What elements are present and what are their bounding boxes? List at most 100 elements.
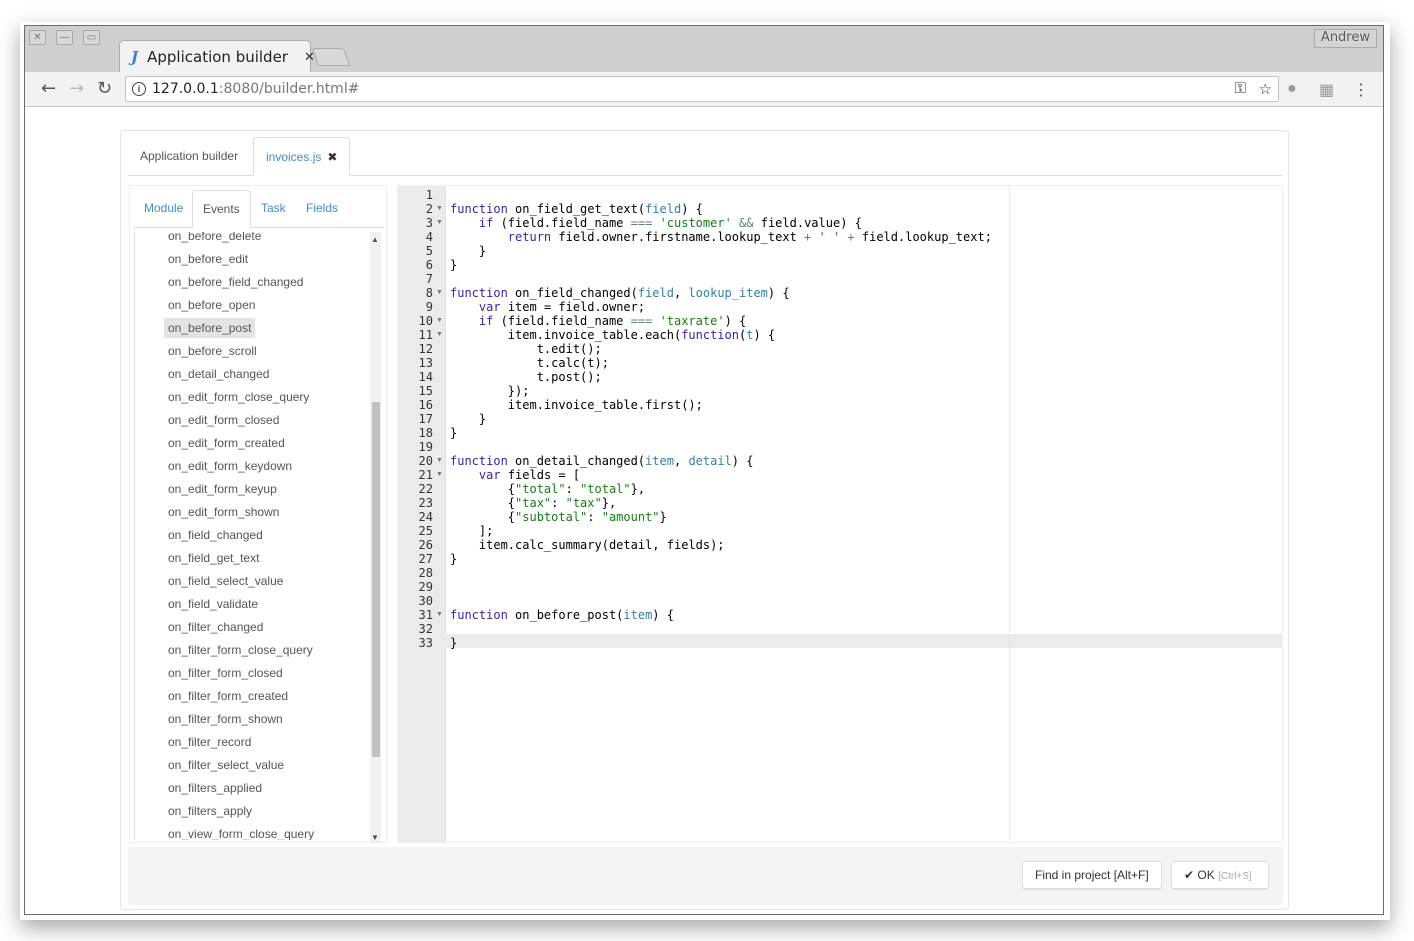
code-line[interactable]: if (field.field_name === 'customer' && f… [450, 216, 862, 230]
event-item[interactable]: on_before_delete [164, 232, 265, 246]
tab-invoices-js[interactable]: invoices.js ✖ [253, 137, 351, 176]
new-tab-button[interactable] [311, 48, 351, 66]
code-line[interactable]: if (field.field_name === 'taxrate') { [450, 314, 746, 328]
line-number: 21 [418, 468, 433, 482]
event-item[interactable]: on_edit_form_closed [164, 410, 283, 430]
code-line[interactable]: } [450, 412, 486, 426]
event-item[interactable]: on_filters_apply [164, 801, 256, 821]
apps-icon[interactable]: ▦ [1319, 80, 1334, 100]
event-item[interactable]: on_field_validate [164, 594, 262, 614]
code-line[interactable]: } [450, 636, 457, 650]
event-item[interactable]: on_filter_changed [164, 617, 267, 637]
event-item[interactable]: on_before_post [164, 318, 256, 338]
scroll-up-icon[interactable]: ▲ [371, 235, 379, 244]
tab-application-builder[interactable]: Application builder [128, 137, 250, 175]
fold-toggle-icon[interactable]: ▼ [436, 202, 443, 216]
event-item[interactable]: on_filter_select_value [164, 755, 288, 775]
event-item[interactable]: on_before_field_changed [164, 272, 307, 292]
event-item[interactable]: on_before_open [164, 295, 259, 315]
window-minimize-button[interactable]: — [56, 30, 73, 45]
event-item[interactable]: on_filter_form_closed [164, 663, 287, 683]
browser-window: ✕ — ▭ Andrew J Application builder ✕ ← →… [24, 25, 1384, 915]
event-item[interactable]: on_before_edit [164, 249, 252, 269]
url-text[interactable]: 127.0.0.1:8080/builder.html# [152, 81, 359, 97]
event-item[interactable]: on_before_scroll [164, 341, 261, 361]
code-line[interactable]: item.invoice_table.each(function(t) { [450, 328, 775, 342]
builder-panel: Application builder invoices.js ✖ Module … [120, 130, 1289, 910]
event-item[interactable]: on_edit_form_close_query [164, 387, 313, 407]
globe-icon[interactable]: ● [1287, 80, 1297, 98]
code-line[interactable]: {"subtotal": "amount"} [450, 510, 667, 524]
line-number: 27 [418, 552, 433, 566]
fold-toggle-icon[interactable]: ▼ [436, 216, 443, 230]
key-icon[interactable]: ⚿ [1235, 80, 1246, 97]
fold-toggle-icon[interactable]: ▼ [436, 454, 443, 468]
info-icon[interactable]: i [132, 82, 146, 96]
scrollbar-thumb[interactable] [372, 402, 380, 757]
event-item[interactable]: on_detail_changed [164, 364, 273, 384]
code-line[interactable]: function on_field_get_text(field) { [450, 202, 703, 216]
code-line[interactable]: {"tax": "tax"}, [450, 496, 616, 510]
code-editor[interactable]: 1 2 ▼ function on_field_get_text(field) {3 ▼… [397, 185, 1283, 843]
event-item[interactable]: on_filter_form_created [164, 686, 292, 706]
code-line[interactable]: }); [450, 384, 530, 398]
code-line[interactable]: t.edit(); [450, 342, 602, 356]
code-line[interactable]: function on_before_post(item) { [450, 608, 674, 622]
code-line[interactable]: ]; [450, 524, 493, 538]
forward-icon[interactable]: → [69, 78, 84, 99]
tab-module[interactable]: Module [134, 190, 193, 227]
code-line[interactable]: function on_detail_changed(item, detail)… [450, 454, 753, 468]
fold-toggle-icon[interactable]: ▼ [436, 314, 443, 328]
code-line[interactable]: } [450, 258, 457, 272]
profile-button[interactable]: Andrew [1313, 29, 1377, 48]
code-line[interactable]: var fields = [ [450, 468, 580, 482]
code-line[interactable]: item.invoice_table.first(); [450, 398, 703, 412]
event-item[interactable]: on_filter_record [164, 732, 255, 752]
fold-toggle-icon[interactable]: ▼ [436, 328, 443, 342]
events-scrollbar[interactable]: ▲ ▼ [370, 232, 381, 842]
menu-icon[interactable]: ⋮ [1353, 80, 1369, 100]
code-line[interactable]: } [450, 426, 457, 440]
star-icon[interactable]: ☆ [1259, 80, 1272, 98]
fold-toggle-icon[interactable]: ▼ [436, 286, 443, 300]
tab-events[interactable]: Events [192, 190, 251, 228]
reload-icon[interactable]: ↻ [97, 78, 112, 99]
code-line[interactable]: {"total": "total"}, [450, 482, 645, 496]
window-close-button[interactable]: ✕ [29, 30, 46, 45]
print-margin [1009, 186, 1010, 842]
code-line[interactable]: } [450, 244, 486, 258]
fold-toggle-icon[interactable]: ▼ [436, 608, 443, 622]
event-item[interactable]: on_filter_form_shown [164, 709, 287, 729]
tab-task[interactable]: Task [251, 190, 296, 227]
code-line[interactable]: } [450, 552, 457, 566]
scroll-down-icon[interactable]: ▼ [371, 833, 379, 842]
code-line[interactable]: t.calc(t); [450, 356, 609, 370]
close-file-icon[interactable]: ✖ [327, 150, 337, 164]
event-item[interactable]: on_field_select_value [164, 571, 287, 591]
tab-fields[interactable]: Fields [296, 190, 348, 227]
event-item[interactable]: on_filters_applied [164, 778, 266, 798]
event-item[interactable]: on_edit_form_keydown [164, 456, 296, 476]
line-number: 12 [418, 342, 433, 356]
event-item[interactable]: on_view_form_close_query [164, 824, 318, 840]
event-item[interactable]: on_edit_form_created [164, 433, 289, 453]
event-item[interactable]: on_field_changed [164, 525, 267, 545]
event-item[interactable]: on_field_get_text [164, 548, 263, 568]
ok-button[interactable]: ✔ OK [Ctrl+S] [1171, 861, 1269, 889]
code-line[interactable]: var item = field.owner; [450, 300, 645, 314]
event-item[interactable]: on_filter_form_close_query [164, 640, 317, 660]
browser-tab-content[interactable]: J Application builder ✕ [131, 42, 315, 72]
find-in-project-button[interactable]: Find in project [Alt+F] [1022, 861, 1162, 889]
line-number: 11 [418, 328, 433, 342]
fold-toggle-icon[interactable]: ▼ [436, 468, 443, 482]
event-item[interactable]: on_edit_form_shown [164, 502, 283, 522]
event-item[interactable]: on_edit_form_keyup [164, 479, 281, 499]
back-icon[interactable]: ← [41, 78, 56, 99]
code-line[interactable]: t.post(); [450, 370, 602, 384]
code-line[interactable]: item.calc_summary(detail, fields); [450, 538, 725, 552]
address-bar[interactable]: i 127.0.0.1:8080/builder.html# ⚿ ☆ [125, 76, 1279, 102]
line-number: 2 [425, 202, 433, 216]
window-maximize-button[interactable]: ▭ [83, 30, 100, 45]
code-line[interactable]: function on_field_changed(field, lookup_… [450, 286, 790, 300]
code-line[interactable]: return field.owner.firstname.lookup_text… [450, 230, 992, 244]
